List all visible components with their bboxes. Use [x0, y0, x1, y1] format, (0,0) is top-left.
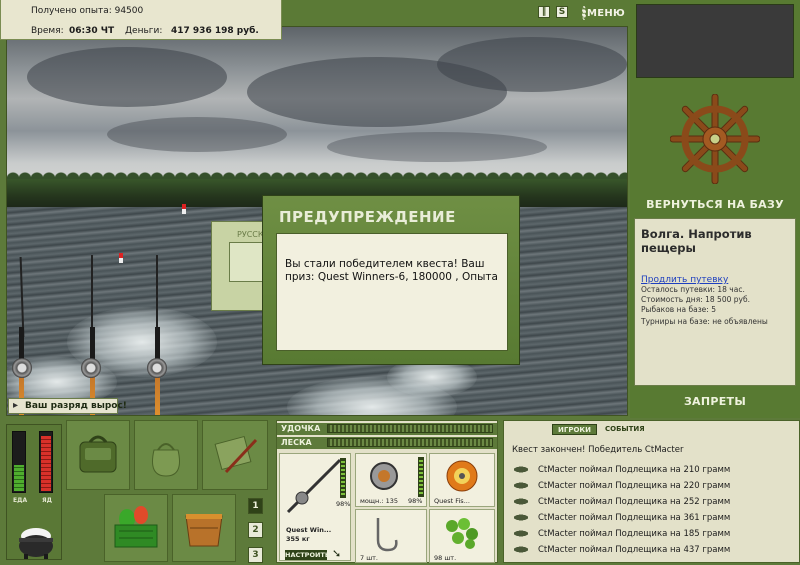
dialog-message: Вы стали победителем квеста! Ваш приз: Q… — [276, 233, 508, 351]
buoy — [119, 253, 123, 263]
rod-weight: 355 кг — [286, 535, 310, 543]
dialog-title: ПРЕДУПРЕЖДЕНИЕ — [279, 208, 456, 226]
rod-name: Quest Win... — [286, 526, 332, 534]
return-to-base-button[interactable]: ВЕРНУТЬСЯ НА БАЗУ — [630, 198, 800, 211]
menu-label: МЕНЮ — [587, 7, 626, 19]
bait-count: 98 шт. — [434, 554, 457, 562]
tune-button[interactable]: НАСТРОИТЬ — [285, 550, 330, 560]
fish-icon — [512, 513, 532, 522]
chat-message: CtMacter поймал Подлещика на 252 грамм — [512, 497, 797, 507]
tab-players[interactable]: ИГРОКИ — [552, 424, 597, 435]
extend-permit-link[interactable]: Продлить путевку — [641, 275, 789, 285]
ship-wheel-icon[interactable] — [670, 94, 760, 184]
line-name: Quest Fis... — [434, 497, 470, 505]
money-value: 417 936 198 руб. — [171, 26, 259, 36]
sack-icon — [152, 443, 180, 477]
fish-icon — [512, 481, 532, 490]
groceries-basket-icon — [114, 506, 158, 548]
top-icons: ‖ S — [538, 6, 568, 18]
reel-durability: 98% — [408, 497, 423, 505]
reel-icon — [81, 358, 101, 378]
banner-area — [636, 4, 794, 78]
line-tension-bar — [327, 438, 493, 447]
inventory: 1 2 3 — [66, 420, 268, 563]
menu-button[interactable]: МЕНЮ — [582, 3, 626, 23]
reel-slot[interactable]: мощн.: 135 98% — [355, 453, 427, 507]
rod-slot[interactable]: 98% Quest Win... 355 кг НАСТРОИТЬ ➘ — [279, 453, 351, 561]
food-meter — [12, 431, 26, 493]
fish-icon — [512, 497, 532, 506]
poison-meter — [39, 431, 53, 493]
reel-icon — [147, 358, 167, 378]
inventory-slot[interactable] — [66, 420, 130, 490]
pause-icon[interactable]: ‖ — [538, 6, 550, 18]
warning-dialog[interactable]: ПРЕДУПРЕЖДЕНИЕ Вы стали победителем квес… — [262, 195, 520, 365]
inventory-slot[interactable] — [134, 420, 198, 490]
time-value: 06:30 ЧТ — [69, 26, 115, 36]
chat-message: CtMacter поймал Подлещика на 210 грамм — [512, 465, 797, 475]
chat-header: Квест закончен! Победитель CtMacter — [512, 445, 684, 455]
rod-durability-bar — [340, 458, 346, 498]
inventory-page-1[interactable]: 1 — [248, 498, 263, 514]
hook-count: 7 шт. — [360, 554, 379, 562]
location-info: Волга. Напротив пещеры Продлить путевку … — [634, 218, 796, 386]
peas-bait-icon — [446, 518, 478, 549]
food-label: ЕДА — [13, 497, 28, 504]
bottom-panel: ЕДА ЯД 1 2 3 УДОЧКА ЛЕСКА 98% Quest Win.… — [0, 418, 800, 565]
inventory-slot[interactable] — [104, 494, 168, 562]
arrow-icon: ➘ — [332, 547, 342, 560]
tab-events[interactable]: СОБЫТИЯ — [600, 424, 650, 435]
experience-text: Получено опыта: 94500 — [31, 6, 144, 16]
status-box: Получено опыта: 94500 Время: 06:30 ЧТ Де… — [0, 0, 282, 40]
chat-message: CtMacter поймал Подлещика на 437 грамм — [512, 545, 797, 555]
inventory-slot[interactable] — [202, 420, 268, 490]
right-panel: ВЕРНУТЬСЯ НА БАЗУ Волга. Напротив пещеры… — [630, 0, 800, 420]
chat-message: CtMacter поймал Подлещика на 185 грамм — [512, 529, 797, 539]
permit-remaining: Осталось путевки: 18 час. — [641, 285, 745, 294]
map-icon — [214, 435, 258, 474]
hook-slot[interactable]: 7 шт. — [355, 509, 427, 563]
rod-durability: 98% — [336, 500, 351, 508]
reel-durability-bar — [418, 457, 424, 497]
tournaments-info: Турниры на базе: не объявлены — [641, 317, 768, 326]
bucket-icon — [185, 514, 223, 547]
rod-label: УДОЧКА — [281, 424, 321, 433]
location-title: Волга. Напротив пещеры — [641, 227, 752, 255]
rod-tension-bar — [327, 424, 493, 433]
line-spool-icon — [446, 460, 478, 492]
tackle-panel: УДОЧКА ЛЕСКА 98% Quest Win... 355 кг НАС… — [276, 420, 498, 563]
fish-icon — [512, 529, 532, 538]
fish-icon — [512, 465, 532, 474]
poison-label: ЯД — [42, 497, 52, 504]
inventory-page-2[interactable]: 2 — [248, 522, 263, 538]
chat-message: CtMacter поймал Подлещика на 220 грамм — [512, 481, 797, 491]
rank-toast: Ваш разряд вырос! — [8, 398, 127, 414]
line-slot[interactable]: Quest Fis... — [429, 453, 495, 507]
status-meters: ЕДА ЯД — [6, 424, 62, 560]
line-label: ЛЕСКА — [281, 438, 312, 447]
reel-icon — [370, 462, 398, 490]
reel-power: мощн.: 135 — [360, 497, 398, 505]
inventory-page-3[interactable]: 3 — [248, 547, 263, 563]
reel-icon — [12, 358, 32, 378]
bait-slot[interactable]: 98 шт. — [429, 509, 495, 563]
chat-message: CtMacter поймал Подлещика на 361 грамм — [512, 513, 797, 523]
cauldron-icon[interactable] — [16, 520, 56, 560]
hook-icon — [376, 518, 398, 552]
sound-icon[interactable]: S — [556, 6, 568, 18]
day-cost: Стоимость дня: 18 500 руб. — [641, 295, 750, 304]
fish-icon — [512, 545, 532, 554]
bans-button[interactable]: ЗАПРЕТЫ — [630, 395, 800, 408]
money-label: Деньги: — [125, 26, 163, 36]
gear-icon — [582, 6, 586, 20]
chat-panel: ИГРОКИ СОБЫТИЯ Квест закончен! Победител… — [503, 420, 800, 563]
time-label: Время: — [31, 26, 64, 36]
backpack-icon — [79, 435, 117, 473]
buoy — [182, 204, 186, 214]
rod-icon — [286, 458, 342, 514]
fishers-count: Рыбаков на базе: 5 — [641, 305, 716, 314]
chat-tabs: ИГРОКИ СОБЫТИЯ — [552, 424, 650, 435]
inventory-slot[interactable] — [172, 494, 236, 562]
